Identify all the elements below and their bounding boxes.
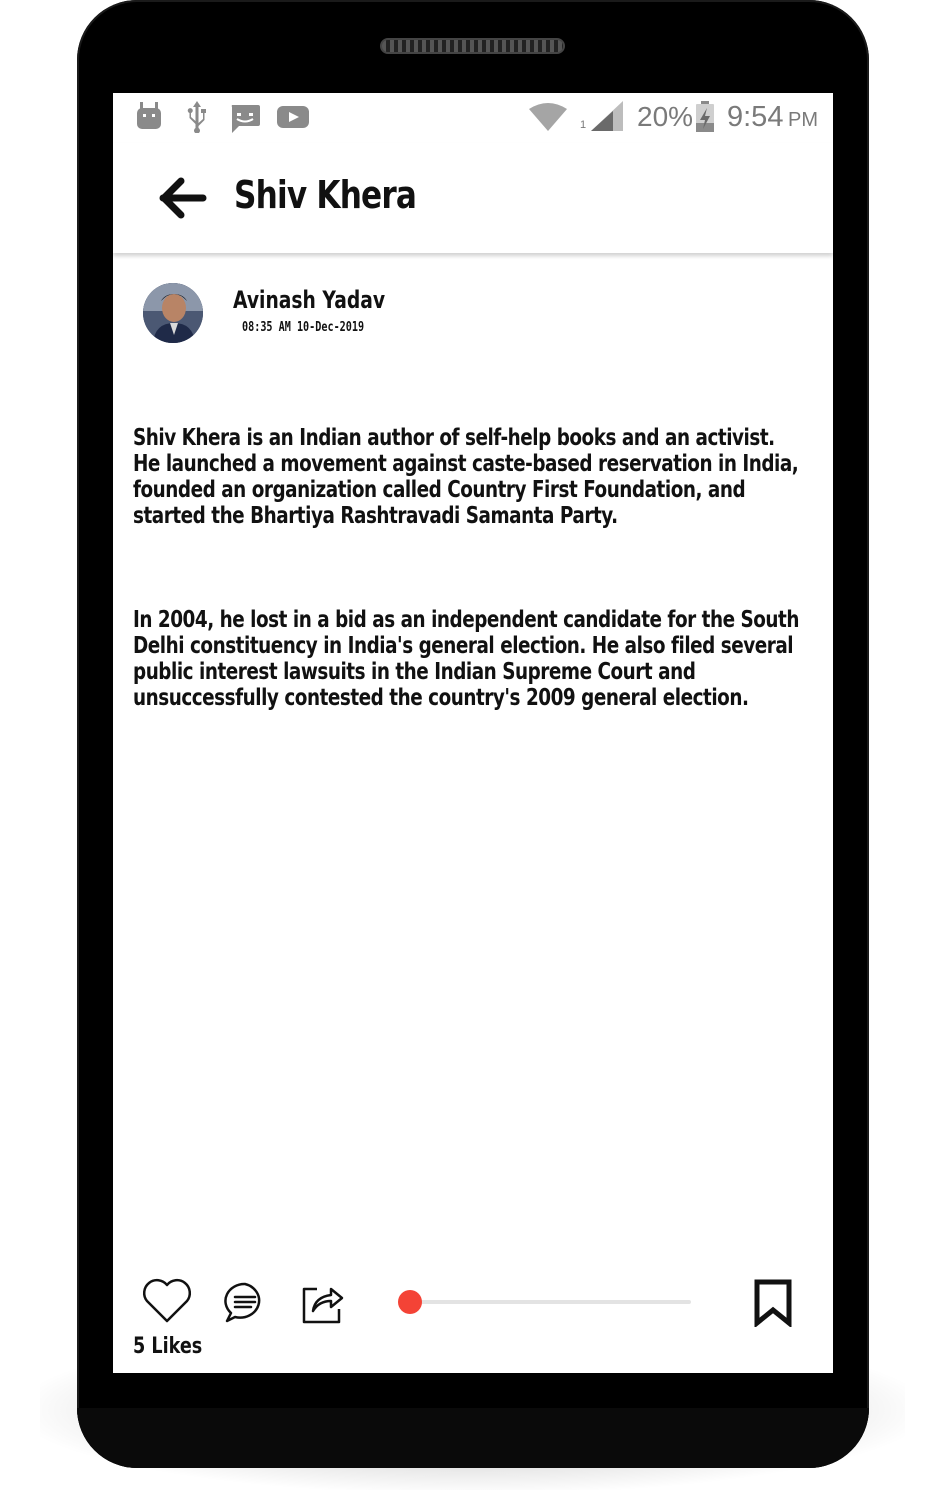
cell-signal-icon	[591, 101, 623, 136]
likes-count[interactable]: 5 Likes	[133, 1334, 202, 1359]
battery-percent: 20%	[637, 101, 694, 132]
like-button[interactable]	[141, 1276, 193, 1329]
message-icon	[229, 104, 261, 139]
author-name[interactable]: Avinash Yadav	[233, 286, 385, 314]
page-title: Shiv Khera	[234, 173, 417, 217]
status-bar: 1 20% 9:54 PM	[113, 93, 833, 143]
screen: 1 20% 9:54 PM Shiv Khera Avinash Yadav 0…	[113, 93, 833, 1373]
bookmark-icon	[754, 1279, 792, 1329]
post-paragraph: In 2004, he lost in a bid as an independ…	[133, 607, 799, 711]
battery-charging-icon	[695, 101, 715, 138]
heart-icon	[142, 1278, 192, 1323]
audio-progress-track[interactable]	[398, 1300, 691, 1304]
bookmark-button[interactable]	[753, 1279, 793, 1332]
youtube-icon	[277, 106, 309, 133]
post-timestamp: 08:35 AM 10-Dec-2019	[242, 320, 365, 335]
audio-progress-thumb[interactable]	[398, 1290, 422, 1314]
android-debug-icon	[136, 102, 162, 135]
clock-ampm: PM	[788, 109, 818, 131]
wifi-icon	[529, 103, 567, 136]
usb-icon	[186, 101, 208, 138]
author-avatar[interactable]	[143, 283, 203, 343]
comment-button[interactable]	[223, 1281, 267, 1330]
post-paragraph: Shiv Khera is an Indian author of self-h…	[133, 425, 799, 529]
sim-slot-label: 1	[580, 119, 587, 131]
phone-chin	[77, 1408, 869, 1468]
arrow-left-icon	[159, 177, 207, 219]
phone-speaker	[380, 38, 565, 54]
share-icon	[302, 1287, 344, 1324]
comment-icon	[224, 1282, 261, 1323]
app-bar: Shiv Khera	[113, 143, 833, 253]
share-button[interactable]	[301, 1281, 345, 1330]
post-body: Shiv Khera is an Indian author of self-h…	[133, 399, 805, 737]
back-button[interactable]	[157, 171, 211, 225]
clock-time: 9:54	[727, 101, 784, 133]
